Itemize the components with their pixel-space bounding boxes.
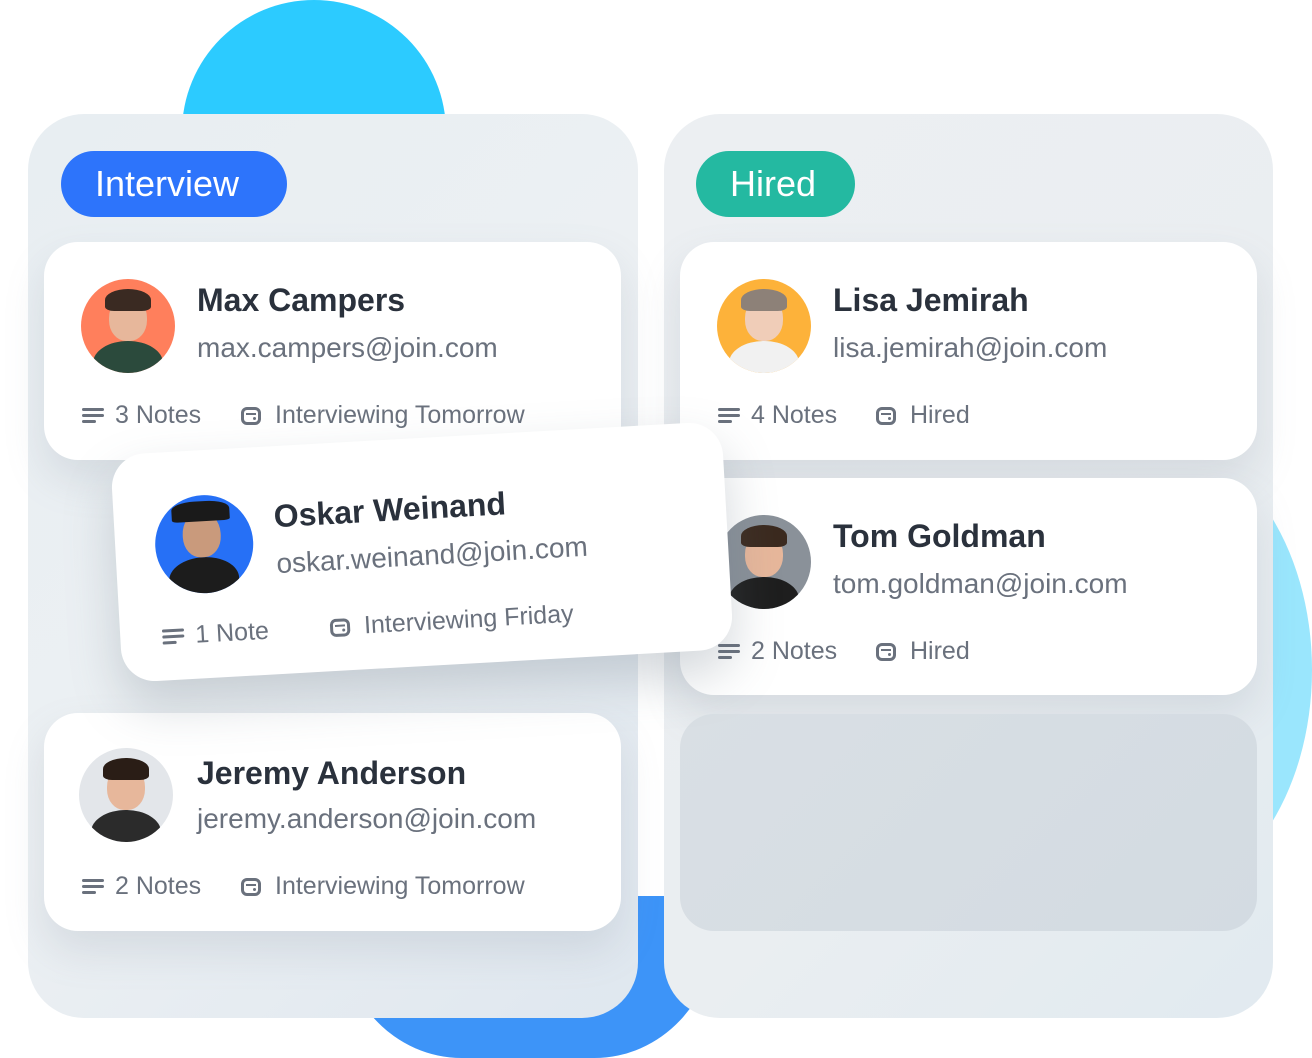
candidate-name: Max Campers <box>197 282 406 318</box>
candidate-email: jeremy.anderson@join.com <box>197 803 537 834</box>
candidate-card[interactable]: Jeremy Anderson jeremy.anderson@join.com… <box>44 713 621 931</box>
candidate-name: Jeremy Anderson <box>197 755 467 791</box>
candidate-email: max.campers@join.com <box>197 332 498 363</box>
notes-count[interactable]: 4 Notes <box>718 401 837 430</box>
status-label: Interviewing Tomorrow <box>275 401 525 429</box>
avatar <box>152 492 256 596</box>
status-card-icon <box>329 617 351 637</box>
status-indicator: Interviewing Tomorrow <box>241 872 525 901</box>
status-card-icon <box>241 406 261 425</box>
column-header-hired[interactable]: Hired <box>696 151 855 217</box>
status-indicator: Hired <box>876 637 970 666</box>
status-label: Hired <box>910 401 970 429</box>
avatar <box>717 515 811 609</box>
status-label: Interviewing Friday <box>363 599 575 640</box>
status-label: Hired <box>910 637 970 665</box>
notes-lines-icon <box>718 407 740 424</box>
notes-label: 1 Note <box>194 616 270 649</box>
dragging-candidate-card[interactable]: Oskar Weinand oskar.weinand@join.com 1 N… <box>110 421 734 683</box>
avatar <box>81 279 175 373</box>
candidate-card[interactable]: Max Campers max.campers@join.com 3 Notes… <box>44 242 621 460</box>
column-header-interview[interactable]: Interview <box>61 151 287 217</box>
candidate-card[interactable]: Tom Goldman tom.goldman@join.com 2 Notes… <box>680 478 1257 695</box>
status-label: Interviewing Tomorrow <box>275 872 525 900</box>
notes-label: 2 Notes <box>115 872 202 900</box>
status-card-icon <box>876 642 896 661</box>
notes-lines-icon <box>82 878 104 895</box>
notes-label: 4 Notes <box>751 401 838 429</box>
avatar <box>717 279 811 373</box>
notes-count[interactable]: 1 Note <box>161 616 270 652</box>
notes-lines-icon <box>718 643 740 660</box>
notes-count[interactable]: 2 Notes <box>82 872 201 901</box>
candidate-email: oskar.weinand@join.com <box>275 530 589 580</box>
status-card-icon <box>241 877 261 896</box>
candidate-name: Oskar Weinand <box>272 485 507 535</box>
drop-zone-placeholder[interactable] <box>680 714 1257 931</box>
candidate-name: Lisa Jemirah <box>833 282 1029 318</box>
avatar <box>79 748 173 842</box>
status-indicator: Interviewing Friday <box>329 600 574 643</box>
candidate-email: lisa.jemirah@join.com <box>833 332 1108 363</box>
notes-count[interactable]: 3 Notes <box>82 401 201 430</box>
status-indicator: Interviewing Tomorrow <box>241 401 525 430</box>
candidate-email: tom.goldman@join.com <box>833 568 1128 599</box>
notes-count[interactable]: 2 Notes <box>718 637 837 666</box>
status-card-icon <box>876 406 896 425</box>
candidate-card[interactable]: Lisa Jemirah lisa.jemirah@join.com 4 Not… <box>680 242 1257 460</box>
notes-lines-icon <box>161 627 185 645</box>
candidate-name: Tom Goldman <box>833 518 1046 554</box>
notes-label: 3 Notes <box>115 401 202 429</box>
notes-lines-icon <box>82 407 104 424</box>
status-indicator: Hired <box>876 401 970 430</box>
notes-label: 2 Notes <box>751 637 838 665</box>
